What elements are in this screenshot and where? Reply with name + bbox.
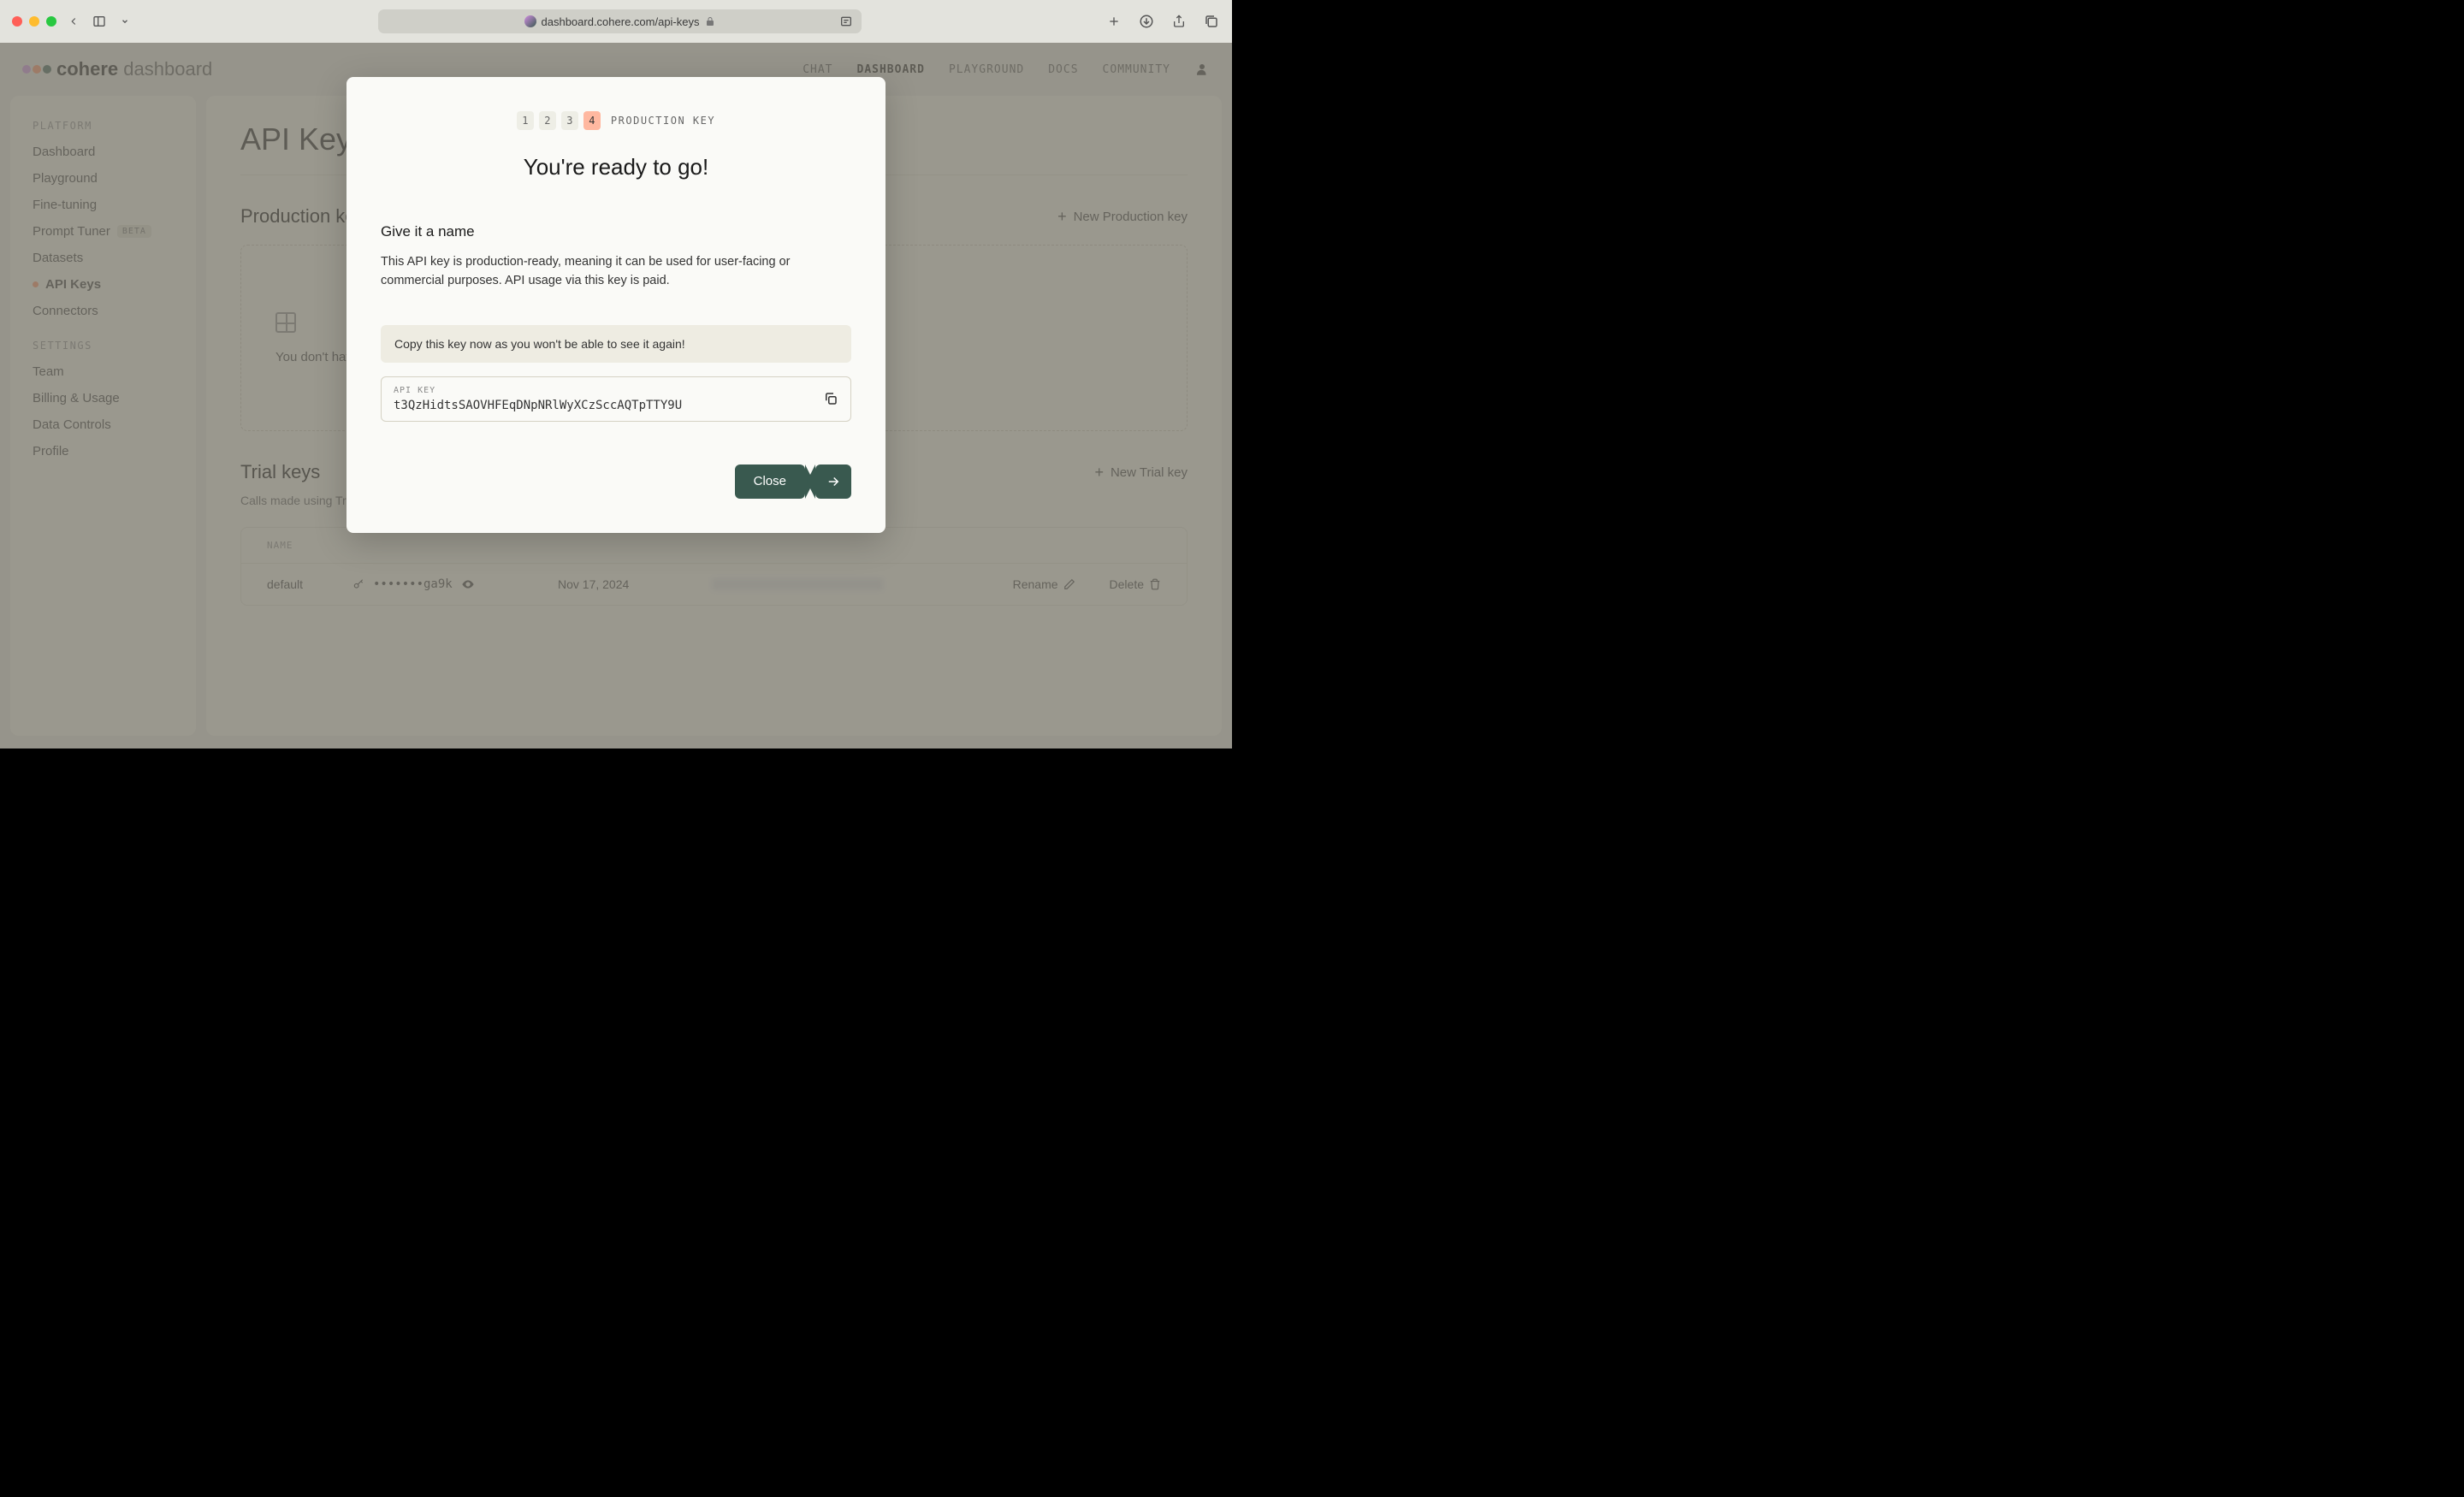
- address-bar: dashboard.cohere.com/api-keys: [142, 9, 1097, 33]
- step-4[interactable]: 4: [583, 111, 601, 130]
- new-tab-icon[interactable]: [1105, 13, 1122, 30]
- modal-description: This API key is production-ready, meanin…: [381, 252, 851, 291]
- dropdown-icon[interactable]: [116, 13, 133, 30]
- site-favicon-icon: [524, 15, 536, 27]
- url-field[interactable]: dashboard.cohere.com/api-keys: [378, 9, 862, 33]
- copy-icon[interactable]: [823, 391, 838, 406]
- traffic-lights: [12, 16, 56, 27]
- minimize-window-icon[interactable]: [29, 16, 39, 27]
- share-icon[interactable]: [1170, 13, 1188, 30]
- step-1[interactable]: 1: [517, 111, 534, 130]
- step-3[interactable]: 3: [561, 111, 578, 130]
- api-key-box: API KEY t3QzHidtsSAOVHFEqDNpNRlWyXCzSccA…: [381, 376, 851, 422]
- downloads-icon[interactable]: [1138, 13, 1155, 30]
- step-indicator: 1 2 3 4 PRODUCTION KEY: [381, 111, 851, 130]
- close-window-icon[interactable]: [12, 16, 22, 27]
- maximize-window-icon[interactable]: [46, 16, 56, 27]
- url-text: dashboard.cohere.com/api-keys: [542, 15, 700, 28]
- api-key-modal: 1 2 3 4 PRODUCTION KEY You're ready to g…: [346, 77, 886, 533]
- warning-box: Copy this key now as you won't be able t…: [381, 325, 851, 363]
- modal-title: You're ready to go!: [381, 154, 851, 180]
- tabs-overview-icon[interactable]: [1203, 13, 1220, 30]
- modal-footer: Close: [381, 464, 851, 499]
- close-button[interactable]: Close: [735, 464, 805, 499]
- sidebar-toggle-icon[interactable]: [91, 13, 108, 30]
- api-key-value: t3QzHidtsSAOVHFEqDNpNRlWyXCzSccAQTpTTY9U: [394, 399, 682, 412]
- back-button[interactable]: [65, 13, 82, 30]
- modal-overlay[interactable]: 1 2 3 4 PRODUCTION KEY You're ready to g…: [0, 43, 1232, 748]
- step-label: PRODUCTION KEY: [611, 115, 715, 127]
- modal-subtitle: Give it a name: [381, 223, 851, 240]
- step-2[interactable]: 2: [539, 111, 556, 130]
- arrow-right-icon: [826, 474, 841, 489]
- next-button[interactable]: [815, 464, 851, 499]
- reader-mode-icon[interactable]: [839, 15, 853, 28]
- lock-icon: [705, 16, 715, 27]
- chrome-right-actions: [1105, 13, 1220, 30]
- api-key-label: API KEY: [394, 386, 682, 395]
- browser-chrome: dashboard.cohere.com/api-keys: [0, 0, 1232, 43]
